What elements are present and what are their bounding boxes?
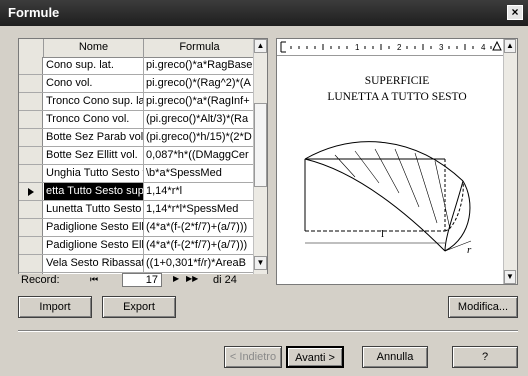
import-button[interactable]: Import xyxy=(18,296,92,318)
preview-line-1: SUPERFICIE xyxy=(364,75,430,87)
modifica-button[interactable]: Modifica... xyxy=(448,296,518,318)
formula-preview: 1 2 3 4 SUPERFICIE LUNETTA A TUTTO SESTO l … xyxy=(276,38,518,285)
svg-text:3: 3 xyxy=(439,43,444,52)
cell-formula[interactable]: ((1+0,301*f/r)*AreaB xyxy=(144,255,255,272)
cell-nome[interactable]: Botte Sez Parab vol. xyxy=(44,129,144,146)
cancel-button[interactable]: Annulla xyxy=(362,346,428,368)
grid-header: Nome Formula xyxy=(19,39,255,58)
table-row[interactable]: Padiglione Sesto Ellit (4*a*(f-(2*f/7)+(a… xyxy=(19,219,255,237)
row-indicator[interactable] xyxy=(19,255,43,272)
row-indicator[interactable] xyxy=(19,165,43,182)
cell-nome[interactable]: Cono sup. lat. xyxy=(44,57,144,74)
column-header-nome[interactable]: Nome xyxy=(44,39,144,57)
export-button[interactable]: Export xyxy=(102,296,176,318)
cell-nome[interactable]: Tronco Cono vol. xyxy=(44,111,144,128)
record-navigator: Record: ⏮ 17 ▶ ▶▶ di 24 xyxy=(18,273,268,288)
svg-text:4: 4 xyxy=(481,43,486,52)
cell-formula[interactable]: (4*a*(f-(2*f/7)+(a/7))) xyxy=(144,219,255,236)
cell-formula[interactable]: (pi.greco()*Alt/3)*(Ra xyxy=(144,111,255,128)
table-row[interactable]: Cono sup. lat. pi.greco()*a*RagBase xyxy=(19,57,255,75)
cell-formula[interactable]: \b*a*SpessMed xyxy=(144,165,255,182)
record-label: Record: xyxy=(21,274,60,286)
cell-formula[interactable]: 1,14*r*l*SpessMed xyxy=(144,201,255,218)
help-button[interactable]: ? xyxy=(452,346,518,368)
preview-vertical-scrollbar[interactable]: ▲ ▼ xyxy=(503,39,517,284)
cell-nome[interactable]: Padiglione Sesto Ellit xyxy=(44,219,144,236)
row-indicator[interactable] xyxy=(19,129,43,146)
formula-grid[interactable]: Nome Formula Cono sup. lat. pi.greco()*a*… xyxy=(18,38,268,285)
cell-formula[interactable]: 1,14*r*l xyxy=(144,183,255,200)
cell-nome[interactable]: Padiglione Sesto Ellit xyxy=(44,237,144,254)
ruler-ticks: 1 2 3 4 xyxy=(280,40,502,53)
cell-formula[interactable]: pi.greco()*a*RagBase xyxy=(144,57,255,74)
cell-formula[interactable]: (pi.greco()*h/15)*(2*D xyxy=(144,129,255,146)
column-header-formula[interactable]: Formula xyxy=(144,39,255,57)
cell-nome[interactable]: Vela Sesto Ribassato xyxy=(44,255,144,272)
cell-nome[interactable]: etta Tutto Sesto sup. xyxy=(44,183,144,200)
scroll-down-icon[interactable]: ▼ xyxy=(254,256,267,270)
cell-nome[interactable]: Tronco Cono sup. lat. xyxy=(44,93,144,110)
table-row[interactable]: Cono vol. pi.greco()*(Rag^2)*(A xyxy=(19,75,255,93)
current-row-arrow-icon xyxy=(28,188,34,196)
cell-formula[interactable]: pi.greco()*(Rag^2)*(A xyxy=(144,75,255,92)
table-row[interactable]: Vela Sesto Ribassato((1+0,301*f/r)*AreaB xyxy=(19,255,255,273)
next-button[interactable]: Avanti > xyxy=(286,346,344,368)
close-icon[interactable]: × xyxy=(507,5,523,20)
lunetta-drawing: l r xyxy=(304,141,472,256)
table-row[interactable]: Padiglione Sesto Ellit (4*a*(f-(2*f/7)+(a… xyxy=(19,237,255,255)
row-indicator[interactable] xyxy=(19,93,43,110)
table-row[interactable]: etta Tutto Sesto sup. 1,14*r*l xyxy=(19,183,255,201)
cell-formula[interactable]: (4*a*(f-(2*f/7)+(a/7))) xyxy=(144,237,255,254)
dialog-title: Formule xyxy=(8,5,60,20)
record-total: di 24 xyxy=(213,274,237,286)
back-button[interactable]: < Indietro xyxy=(224,346,282,368)
row-indicator[interactable] xyxy=(19,147,43,164)
table-row[interactable]: Botte Sez Parab vol. (pi.greco()*h/15)*(2… xyxy=(19,129,255,147)
table-row[interactable]: Tronco Cono vol. (pi.greco()*Alt/3)*(Ra xyxy=(19,111,255,129)
cell-nome[interactable]: Unghia Tutto Sesto vol. xyxy=(44,165,144,182)
row-indicator[interactable] xyxy=(19,219,43,236)
row-indicator[interactable] xyxy=(19,237,43,254)
separator xyxy=(18,330,518,332)
svg-text:1: 1 xyxy=(355,43,360,52)
formule-dialog: Formule × Nome Formula Cono sup. lat. pi.… xyxy=(0,0,528,376)
cell-nome[interactable]: Lunetta Tutto Sesto vol. xyxy=(44,201,144,218)
table-row[interactable]: Lunetta Tutto Sesto vol.1,14*r*l*SpessMe… xyxy=(19,201,255,219)
next-record-icon[interactable]: ▶ xyxy=(173,274,179,283)
scroll-up-icon[interactable]: ▲ xyxy=(254,39,267,53)
cell-formula[interactable]: pi.greco()*a*(RagInf+ xyxy=(144,93,255,110)
label-r: r xyxy=(467,244,472,256)
scroll-thumb[interactable] xyxy=(254,103,267,187)
cell-nome[interactable]: Cono vol. xyxy=(44,75,144,92)
table-row[interactable]: Tronco Cono sup. lat. pi.greco()*a*(RagIn… xyxy=(19,93,255,111)
preview-scroll-up-icon[interactable]: ▲ xyxy=(504,39,516,53)
label-l: l xyxy=(381,228,384,240)
first-record-icon[interactable]: ⏮ xyxy=(90,274,98,285)
row-indicator[interactable] xyxy=(19,183,43,200)
grid-vertical-scrollbar[interactable]: ▲ ▼ xyxy=(253,39,267,284)
preview-scroll-down-icon[interactable]: ▼ xyxy=(504,270,516,284)
ruler: 1 2 3 4 xyxy=(277,39,505,56)
cell-nome[interactable]: Botte Sez Ellitt vol. xyxy=(44,147,144,164)
table-row[interactable]: Botte Sez Ellitt vol. 0,087*h*((DMaggCer xyxy=(19,147,255,165)
row-indicator[interactable] xyxy=(19,111,43,128)
title-bar: Formule × xyxy=(0,0,528,26)
table-row[interactable]: Unghia Tutto Sesto vol.\b*a*SpessMed xyxy=(19,165,255,183)
row-indicator[interactable] xyxy=(19,201,43,218)
row-indicator[interactable] xyxy=(19,57,43,74)
svg-text:2: 2 xyxy=(397,43,402,52)
record-number-field[interactable]: 17 xyxy=(122,273,162,287)
last-record-icon[interactable]: ▶▶ xyxy=(186,274,198,283)
row-indicator-header xyxy=(19,39,44,57)
cell-formula[interactable]: 0,087*h*((DMaggCer xyxy=(144,147,255,164)
row-indicator[interactable] xyxy=(19,75,43,92)
preview-line-2: LUNETTA A TUTTO SESTO xyxy=(327,91,467,103)
